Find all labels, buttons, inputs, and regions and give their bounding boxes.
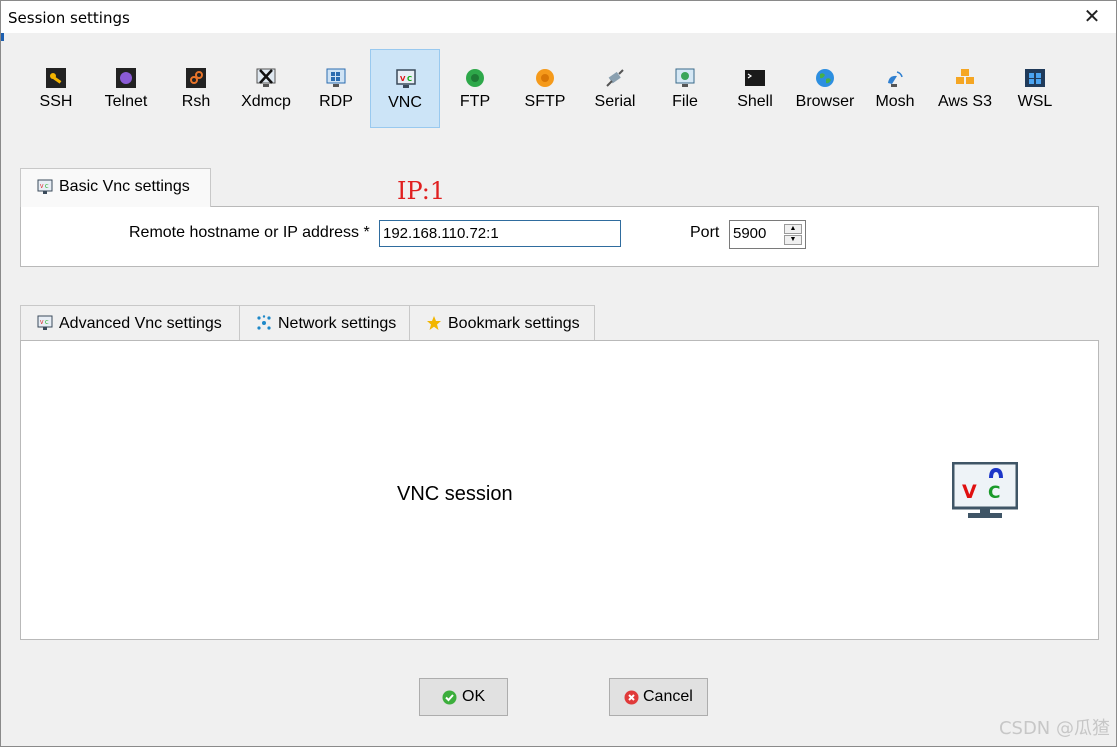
svg-text:V: V xyxy=(962,481,977,503)
serial-icon xyxy=(606,69,624,87)
network-icon xyxy=(257,315,271,330)
checkmark-icon xyxy=(442,690,457,705)
tab-bookmark-settings[interactable]: Bookmark settings xyxy=(409,305,595,341)
watermark: CSDN @瓜猹 xyxy=(998,718,1110,739)
cancel-x-icon xyxy=(624,690,639,705)
session-panel xyxy=(20,340,1099,640)
ok-label: OK xyxy=(462,688,486,705)
file-icon xyxy=(675,68,695,87)
session-type-shell[interactable]: Shell xyxy=(720,49,790,128)
session-type-mosh[interactable]: Mosh xyxy=(860,49,930,128)
svg-text:C: C xyxy=(407,75,412,83)
session-type-xdmcp[interactable]: Xdmcp xyxy=(231,49,301,128)
aws-s3-icon xyxy=(956,69,974,84)
session-type-aws-s3[interactable]: Aws S3 xyxy=(930,49,1000,128)
xdmcp-icon xyxy=(256,68,276,87)
tab-label: Bookmark settings xyxy=(448,315,580,332)
session-type-vnc[interactable]: VC VNC xyxy=(370,49,440,128)
basic-settings-panel: Remote hostname or IP address * Port 590… xyxy=(20,206,1099,267)
hostname-input[interactable] xyxy=(379,220,621,247)
tab-basic-vnc-settings[interactable]: VC Basic Vnc settings xyxy=(20,168,211,207)
svg-text:V: V xyxy=(40,184,44,190)
tab-label: Basic Vnc settings xyxy=(59,178,190,195)
svg-text:C: C xyxy=(988,483,1000,503)
vnc-icon: VC xyxy=(396,69,416,88)
session-type-telnet[interactable]: Telnet xyxy=(91,49,161,128)
tab-advanced-vnc-settings[interactable]: VC Advanced Vnc settings xyxy=(20,305,240,341)
ssh-key-icon xyxy=(46,68,66,88)
session-type-rsh[interactable]: Rsh xyxy=(161,49,231,128)
tab-network-settings[interactable]: Network settings xyxy=(239,305,411,341)
svg-text:C: C xyxy=(45,184,49,190)
titlebar: Session settings ✕ xyxy=(1,1,1116,33)
rsh-icon xyxy=(186,68,206,88)
svg-text:V: V xyxy=(400,75,406,83)
port-stepper[interactable]: 5900 ▲ ▼ xyxy=(729,220,806,249)
vnc-icon: VC xyxy=(37,179,53,194)
close-button[interactable]: ✕ xyxy=(1082,5,1102,27)
session-settings-dialog: Session settings ✕ SSH Telnet Rsh Xdmcp … xyxy=(0,0,1117,747)
ok-button[interactable]: OK xyxy=(419,678,508,716)
shell-icon xyxy=(745,70,765,86)
cancel-label: Cancel xyxy=(643,688,693,705)
vnc-icon: VC xyxy=(37,315,53,330)
mosh-icon xyxy=(888,71,903,87)
tab-label: Network settings xyxy=(278,315,397,332)
ftp-icon xyxy=(466,69,484,87)
wsl-icon xyxy=(1025,69,1045,87)
session-type-serial[interactable]: Serial xyxy=(580,49,650,128)
port-increment-button[interactable]: ▲ xyxy=(784,224,802,234)
sftp-icon xyxy=(536,69,554,87)
vnc-logo-icon: V C xyxy=(952,462,1018,518)
session-type-label: WSL xyxy=(1017,93,1053,110)
port-decrement-button[interactable]: ▼ xyxy=(784,235,802,245)
session-type-wsl[interactable]: WSL xyxy=(1000,49,1070,128)
session-caption: VNC session xyxy=(397,483,513,505)
svg-text:C: C xyxy=(45,320,49,326)
session-type-rdp[interactable]: RDP xyxy=(301,49,371,128)
session-type-file[interactable]: File xyxy=(650,49,720,128)
session-type-browser[interactable]: Browser xyxy=(790,49,860,128)
ip-annotation: IP:1 xyxy=(397,177,446,205)
session-type-sftp[interactable]: SFTP xyxy=(510,49,580,128)
window-title: Session settings xyxy=(8,9,130,27)
star-icon xyxy=(427,316,441,330)
browser-icon xyxy=(816,69,834,87)
svg-text:V: V xyxy=(40,320,44,326)
session-type-ssh[interactable]: SSH xyxy=(21,49,91,128)
session-type-ftp[interactable]: FTP xyxy=(440,49,510,128)
telnet-icon xyxy=(116,68,136,88)
rdp-icon xyxy=(326,68,346,87)
session-type-toolbar: SSH Telnet Rsh Xdmcp RDP VC VNC FTP SFTP xyxy=(1,33,1116,143)
hostname-label: Remote hostname or IP address * xyxy=(129,224,370,241)
cancel-button[interactable]: Cancel xyxy=(609,678,708,716)
port-label: Port xyxy=(690,224,720,241)
tab-label: Advanced Vnc settings xyxy=(59,315,222,332)
port-value: 5900 xyxy=(733,225,767,242)
